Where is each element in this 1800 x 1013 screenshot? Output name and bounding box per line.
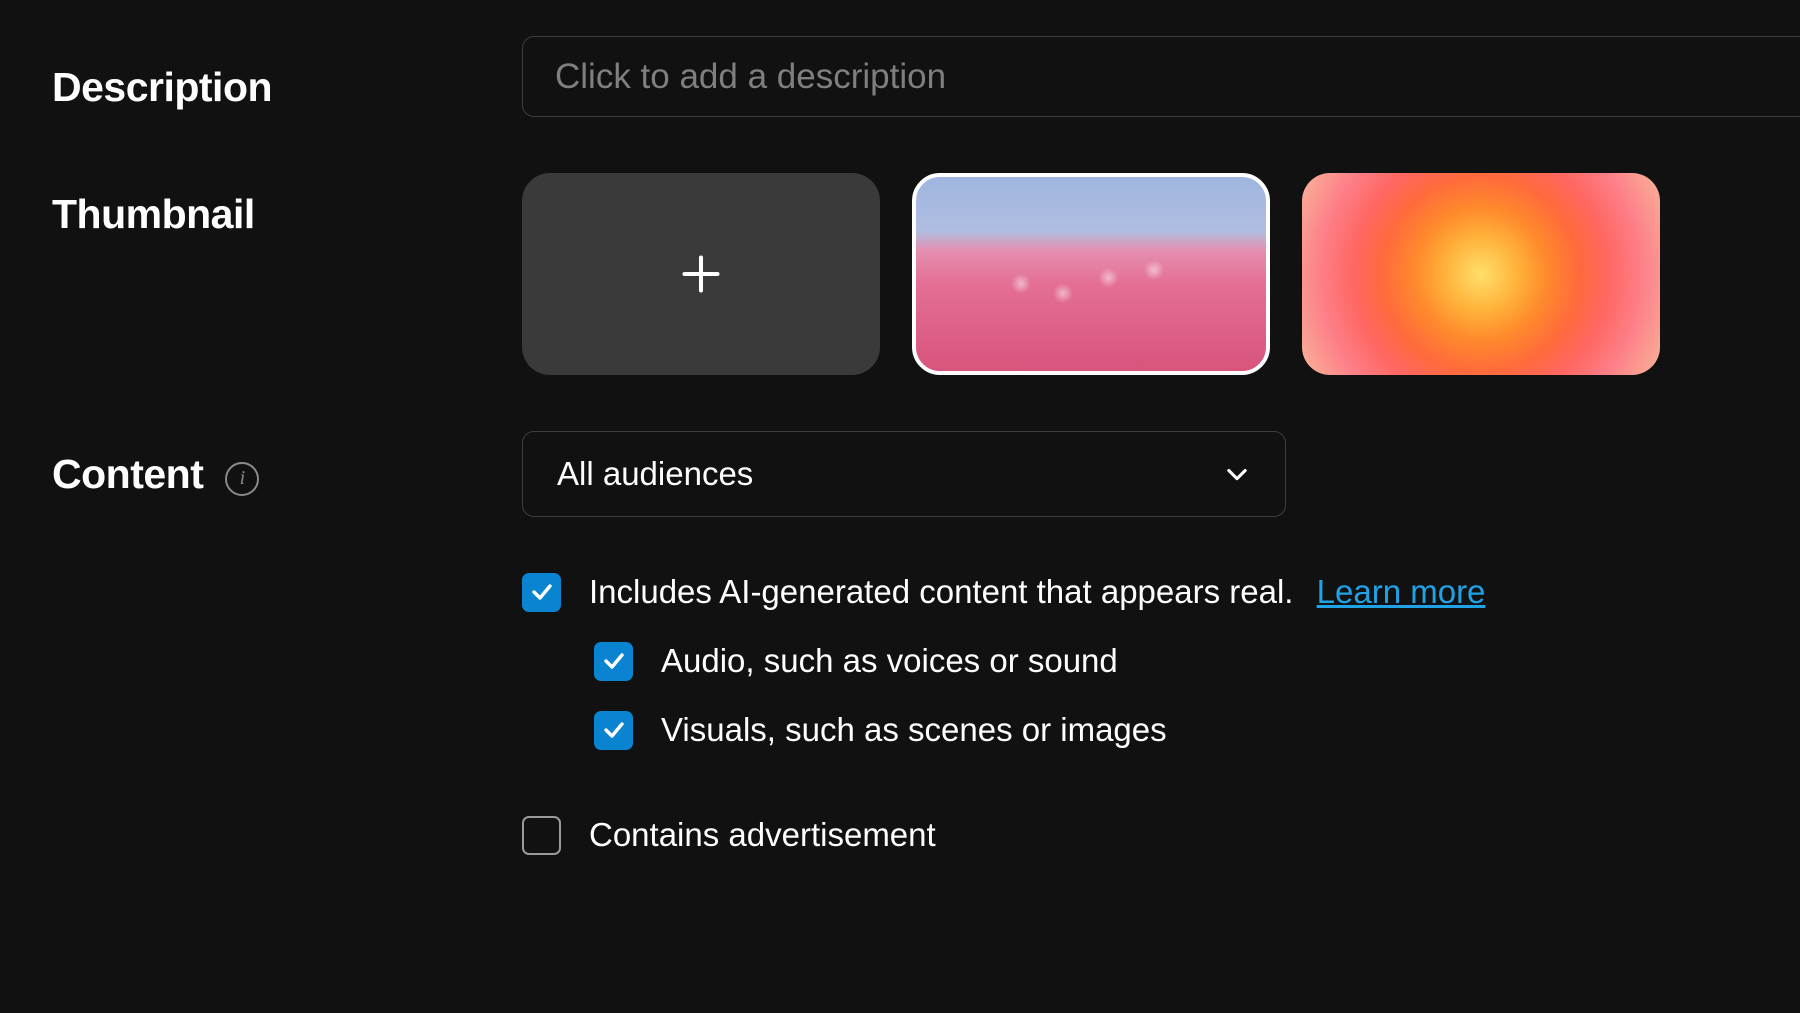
ai-content-row: Includes AI-generated content that appea… — [522, 571, 1800, 614]
advertisement-row: Contains advertisement — [522, 814, 1800, 857]
learn-more-link[interactable]: Learn more — [1317, 573, 1486, 610]
description-input[interactable] — [522, 36, 1800, 117]
plus-icon — [679, 252, 723, 296]
ai-content-checkbox[interactable] — [522, 573, 561, 612]
content-checkbox-group: Includes AI-generated content that appea… — [522, 571, 1800, 857]
description-row: Description — [52, 36, 1800, 117]
chevron-down-icon — [1223, 460, 1251, 488]
check-icon — [530, 580, 554, 604]
ai-visuals-checkbox[interactable] — [594, 711, 633, 750]
ai-audio-row: Audio, such as voices or sound — [594, 640, 1800, 683]
content-label: Content — [52, 451, 203, 498]
thumbnail-option-2[interactable] — [1302, 173, 1660, 375]
thumbnail-add-button[interactable] — [522, 173, 880, 375]
thumbnail-field-col — [522, 173, 1800, 375]
upload-settings-form: Description Thumbnail Content — [0, 0, 1800, 883]
description-label-col: Description — [52, 36, 522, 111]
audience-select-value: All audiences — [557, 455, 753, 493]
check-icon — [602, 718, 626, 742]
content-label-col: Content i — [52, 431, 522, 498]
ai-content-label: Includes AI-generated content that appea… — [589, 571, 1485, 614]
ai-audio-label: Audio, such as voices or sound — [661, 640, 1118, 683]
description-field-col — [522, 36, 1800, 117]
content-field-col: All audiences Includes AI-generated cont… — [522, 431, 1800, 883]
thumbnail-row: Thumbnail — [52, 173, 1800, 375]
check-icon — [602, 649, 626, 673]
ai-visuals-label: Visuals, such as scenes or images — [661, 709, 1167, 752]
thumbnail-label: Thumbnail — [52, 191, 255, 238]
ai-audio-checkbox[interactable] — [594, 642, 633, 681]
thumbnail-label-col: Thumbnail — [52, 173, 522, 238]
advertisement-label: Contains advertisement — [589, 814, 936, 857]
ai-content-label-text: Includes AI-generated content that appea… — [589, 573, 1293, 610]
ai-visuals-row: Visuals, such as scenes or images — [594, 709, 1800, 752]
audience-select[interactable]: All audiences — [522, 431, 1286, 517]
thumbnail-option-1[interactable] — [912, 173, 1270, 375]
info-icon[interactable]: i — [225, 462, 259, 496]
content-row: Content i All audiences Incl — [52, 431, 1800, 883]
description-label: Description — [52, 64, 272, 111]
advertisement-checkbox[interactable] — [522, 816, 561, 855]
thumbnail-options — [522, 173, 1800, 375]
